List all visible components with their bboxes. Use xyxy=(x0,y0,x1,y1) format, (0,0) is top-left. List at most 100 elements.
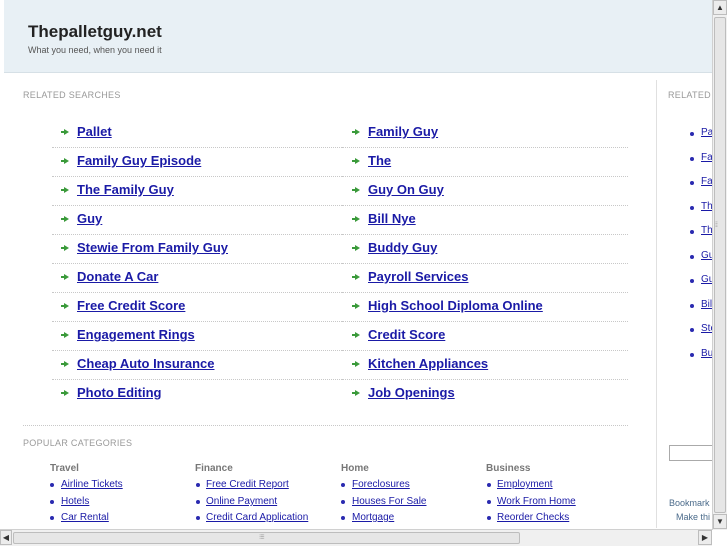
category-link[interactable]: Car Rental xyxy=(61,512,109,523)
main-content: RELATED SEARCHES Pallet Family Guy Episo… xyxy=(4,80,655,528)
search-input[interactable] xyxy=(669,445,717,461)
list-item: Free Credit Score xyxy=(52,292,342,322)
arrow-icon xyxy=(352,274,360,280)
list-item: Credit Score xyxy=(342,321,628,351)
category-link[interactable]: Employment xyxy=(497,479,553,490)
category-link[interactable]: Online Payment xyxy=(206,496,277,507)
related-link[interactable]: Cheap Auto Insurance xyxy=(77,356,214,371)
category-link[interactable]: Foreclosures xyxy=(352,479,410,490)
arrow-icon xyxy=(61,361,69,367)
list-item: Job Openings xyxy=(342,379,628,408)
related-link[interactable]: Credit Score xyxy=(368,327,445,342)
category-heading: Business xyxy=(486,463,531,474)
grip-icon: ⁝⁝⁝⁝ xyxy=(259,534,265,541)
arrow-icon xyxy=(352,245,360,251)
bookmark-link[interactable]: Bookmark xyxy=(669,498,710,508)
bullet-icon xyxy=(487,500,491,504)
horizontal-scroll-thumb[interactable] xyxy=(13,532,520,544)
bullet-icon xyxy=(50,516,54,520)
list-item: Cheap Auto Insurance xyxy=(52,350,342,380)
arrow-icon xyxy=(61,274,69,280)
related-link[interactable]: Donate A Car xyxy=(77,269,158,284)
bullet-icon xyxy=(50,483,54,487)
list-item: Guy xyxy=(52,205,342,235)
list-item: Engagement Rings xyxy=(52,321,342,351)
list-item: Buddy Guy xyxy=(342,234,628,264)
list-item: Pallet xyxy=(52,118,342,148)
bullet-icon xyxy=(487,516,491,520)
scroll-down-button[interactable]: ▼ xyxy=(713,514,727,529)
right-related-label: RELATED xyxy=(668,90,711,100)
category-link[interactable]: Reorder Checks xyxy=(497,512,569,523)
scroll-right-button[interactable]: ▶ xyxy=(698,530,712,545)
bullet-icon xyxy=(690,353,694,357)
bullet-icon xyxy=(690,279,694,283)
related-link[interactable]: Guy On Guy xyxy=(368,182,444,197)
category-link[interactable]: Houses For Sale xyxy=(352,496,426,507)
bullet-icon xyxy=(341,516,345,520)
vertical-scrollbar[interactable]: ▲ ⁞⁞ ▼ xyxy=(712,0,727,530)
related-link[interactable]: Free Credit Score xyxy=(77,298,185,313)
related-link[interactable]: Buddy Guy xyxy=(368,240,437,255)
site-header: Thepalletguy.net What you need, when you… xyxy=(4,0,715,73)
bullet-icon xyxy=(690,132,694,136)
make-homepage-link[interactable]: Make thi xyxy=(676,512,710,522)
list-item: Donate A Car xyxy=(52,263,342,293)
related-link[interactable]: Stewie From Family Guy xyxy=(77,240,228,255)
vertical-scroll-thumb[interactable] xyxy=(714,17,726,513)
category-link[interactable]: Hotels xyxy=(61,496,89,507)
related-link[interactable]: Family Guy xyxy=(368,124,438,139)
arrow-icon xyxy=(352,187,360,193)
related-link[interactable]: Job Openings xyxy=(368,385,455,400)
bullet-icon xyxy=(690,206,694,210)
related-link[interactable]: Engagement Rings xyxy=(77,327,195,342)
arrow-icon xyxy=(352,216,360,222)
category-link[interactable]: Free Credit Report xyxy=(206,479,289,490)
arrow-icon xyxy=(61,187,69,193)
list-item: The Family Guy xyxy=(52,176,342,206)
scroll-up-button[interactable]: ▲ xyxy=(713,0,727,15)
category-link[interactable]: Mortgage xyxy=(352,512,394,523)
category-heading: Finance xyxy=(195,463,233,474)
related-link[interactable]: The xyxy=(368,153,391,168)
category-link[interactable]: Work From Home xyxy=(497,496,576,507)
related-link[interactable]: Kitchen Appliances xyxy=(368,356,488,371)
popular-categories-label: POPULAR CATEGORIES xyxy=(23,438,133,448)
arrow-icon xyxy=(61,158,69,164)
arrow-icon xyxy=(61,303,69,309)
list-item: Kitchen Appliances xyxy=(342,350,628,380)
horizontal-scrollbar[interactable]: ◀ ⁝⁝⁝⁝ ▶ xyxy=(0,529,712,546)
site-title[interactable]: Thepalletguy.net xyxy=(28,22,162,42)
bullet-icon xyxy=(50,500,54,504)
arrow-icon xyxy=(61,332,69,338)
bullet-icon xyxy=(690,255,694,259)
list-item: Photo Editing xyxy=(52,379,342,408)
category-link[interactable]: Credit Card Application xyxy=(206,512,308,523)
site-tagline: What you need, when you need it xyxy=(28,45,162,55)
related-link[interactable]: The Family Guy xyxy=(77,182,174,197)
related-link[interactable]: High School Diploma Online xyxy=(368,298,543,313)
bullet-icon xyxy=(690,157,694,161)
list-item: Bill Nye xyxy=(342,205,628,235)
arrow-icon xyxy=(61,245,69,251)
bullet-icon xyxy=(487,483,491,487)
related-link[interactable]: Guy xyxy=(77,211,102,226)
right-related-link[interactable]: Fa xyxy=(701,152,713,163)
grip-icon: ⁞⁞ xyxy=(715,222,718,229)
right-related-link[interactable]: Fa xyxy=(701,176,713,187)
scroll-left-button[interactable]: ◀ xyxy=(0,530,12,545)
bullet-icon xyxy=(196,500,200,504)
related-link[interactable]: Photo Editing xyxy=(77,385,161,400)
category-link[interactable]: Airline Tickets xyxy=(61,479,123,490)
list-item: The xyxy=(342,147,628,177)
arrow-icon xyxy=(61,216,69,222)
right-related-link[interactable]: Th xyxy=(701,225,713,236)
related-link[interactable]: Pallet xyxy=(77,124,112,139)
bullet-icon xyxy=(690,230,694,234)
right-related-link[interactable]: Th xyxy=(701,201,713,212)
related-link[interactable]: Bill Nye xyxy=(368,211,416,226)
related-link[interactable]: Family Guy Episode xyxy=(77,153,201,168)
arrow-icon xyxy=(352,361,360,367)
arrow-icon xyxy=(61,390,69,396)
related-link[interactable]: Payroll Services xyxy=(368,269,468,284)
